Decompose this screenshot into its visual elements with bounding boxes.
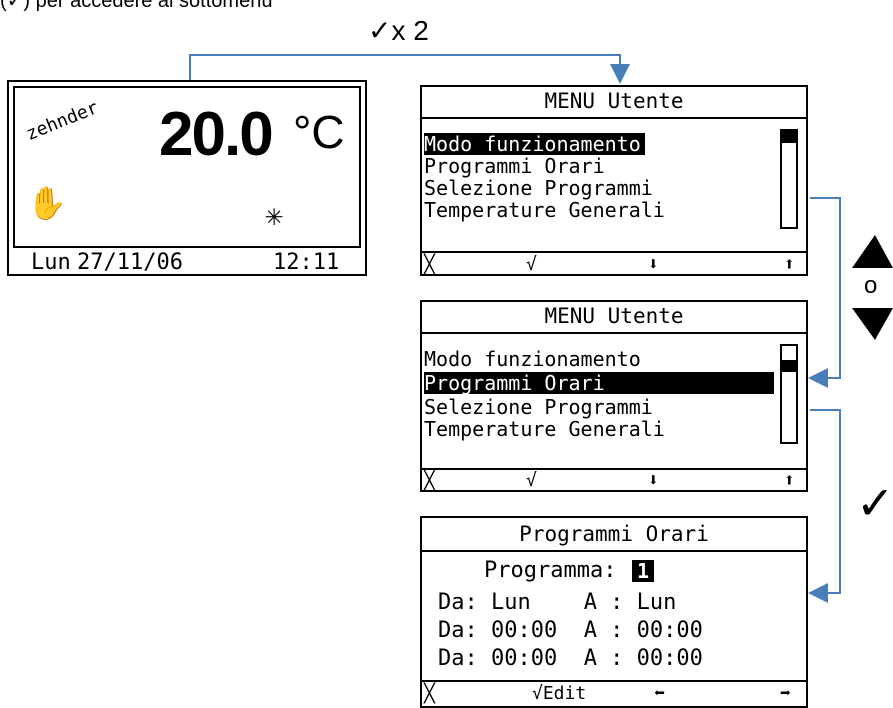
down-triangle-icon <box>852 308 893 340</box>
arrow-menu1-to-menu2 <box>808 197 841 388</box>
arrow-menu2-to-program <box>808 409 841 603</box>
or-label: o <box>864 272 878 299</box>
arrow-main-to-menu <box>189 54 630 84</box>
connector-arrows <box>189 54 893 603</box>
big-check-icon: ✓ <box>856 477 893 529</box>
up-triangle-icon <box>852 235 893 268</box>
